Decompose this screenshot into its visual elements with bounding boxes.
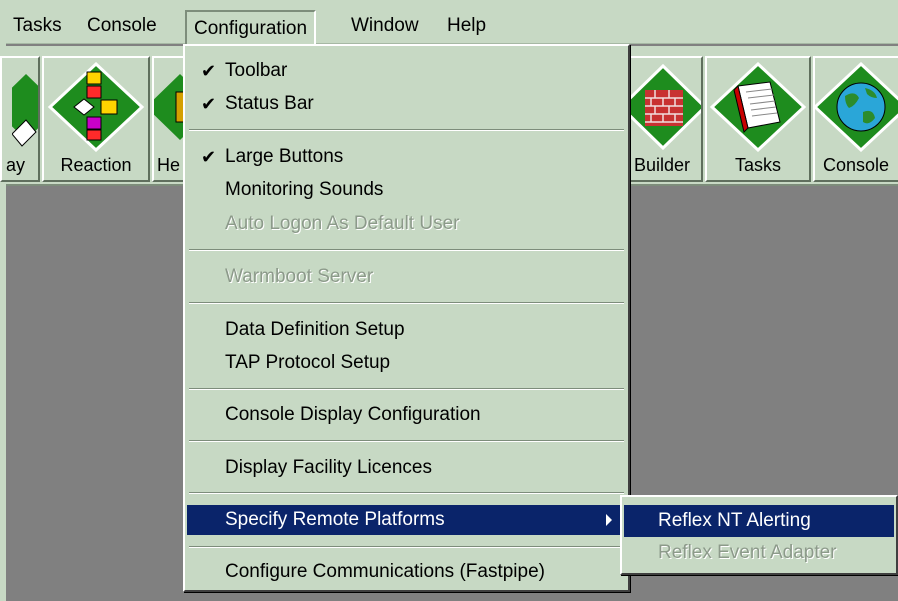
menu-item-label: Data Definition Setup [225,319,405,340]
menu-item-label: Auto Logon As Default User [225,213,460,234]
menu-configuration[interactable]: Configuration [185,10,317,44]
menu-item-console-display-configuration[interactable]: Console Display Configuration [187,400,626,430]
toolbar-button-console[interactable]: Console [813,56,898,182]
remote-platforms-submenu: Reflex NT Alerting Reflex Event Adapter [620,495,898,575]
menu-item-label: TAP Protocol Setup [225,352,391,373]
toolbar-label: Builder [633,155,691,175]
check-icon: ✔ [201,61,217,81]
menu-separator [189,249,624,251]
menu-item-monitoring-sounds[interactable]: Monitoring Sounds [187,175,626,205]
menu-item-tap-protocol-setup[interactable]: TAP Protocol Setup [187,348,626,378]
builder-icon [623,63,701,151]
menu-item-label: Reflex Event Adapter [658,542,837,563]
menu-item-display-facility-licences[interactable]: Display Facility Licences [187,453,626,483]
menu-separator [189,546,624,548]
menu-item-specify-remote-platforms[interactable]: Specify Remote Platforms [187,505,626,535]
check-icon: ✔ [201,147,217,167]
menu-item-label: Toolbar [225,60,288,81]
menu-help[interactable]: Help [440,11,493,41]
toolbar-label: ay [6,155,26,175]
menu-item-label: Console Display Configuration [225,404,481,425]
menu-item-label: Large Buttons [225,146,344,167]
toolbar-label: Console [823,155,890,175]
submenu-item-reflex-event-adapter: Reflex Event Adapter [624,537,894,569]
toolbar-button-reaction[interactable]: Reaction [42,56,150,182]
menu-item-toolbar[interactable]: ✔ Toolbar [187,56,626,86]
menu-item-label: Display Facility Licences [225,457,432,478]
toolbar-button-builder[interactable]: Builder [621,56,703,182]
display-icon [12,74,38,147]
menu-separator [189,129,624,131]
menu-separator [189,440,624,442]
menu-console[interactable]: Console [80,11,164,41]
menu-item-large-buttons[interactable]: ✔ Large Buttons [187,142,626,172]
menu-item-status-bar[interactable]: ✔ Status Bar [187,89,626,119]
menu-item-label: Reflex NT Alerting [658,510,811,531]
menu-item-label: Monitoring Sounds [225,179,384,200]
menu-item-label: Warmboot Server [225,266,374,287]
tasks-book-icon [709,62,807,152]
menu-item-auto-logon: Auto Logon As Default User [187,209,626,239]
menu-window[interactable]: Window [344,11,426,41]
menu-item-label: Configure Communications (Fastpipe) [225,561,545,582]
menu-item-warmboot-server: Warmboot Server [187,262,626,292]
toolbar-label: Reaction [60,155,132,175]
menu-item-data-definition-setup[interactable]: Data Definition Setup [187,315,626,345]
menu-separator [189,388,624,390]
reaction-icon [47,62,145,152]
menu-separator [189,302,624,304]
toolbar-label: Tasks [734,155,781,175]
configuration-menu: ✔ Toolbar ✔ Status Bar ✔ Large Buttons M… [183,44,630,592]
menu-separator [189,492,624,494]
toolbar-button-tasks[interactable]: Tasks [705,56,811,182]
menu-bar: Tasks Console Configuration Window Help [6,0,898,44]
console-globe-icon [815,62,898,152]
submenu-arrow-icon [606,514,612,526]
submenu-item-reflex-nt-alerting[interactable]: Reflex NT Alerting [624,505,894,537]
check-icon: ✔ [201,94,217,114]
menu-tasks[interactable]: Tasks [6,11,69,41]
menu-item-configure-communications[interactable]: Configure Communications (Fastpipe) [187,557,626,587]
menu-item-label: Specify Remote Platforms [225,509,445,530]
menu-item-label: Status Bar [225,93,314,114]
toolbar-button-display[interactable]: ay [0,56,40,182]
